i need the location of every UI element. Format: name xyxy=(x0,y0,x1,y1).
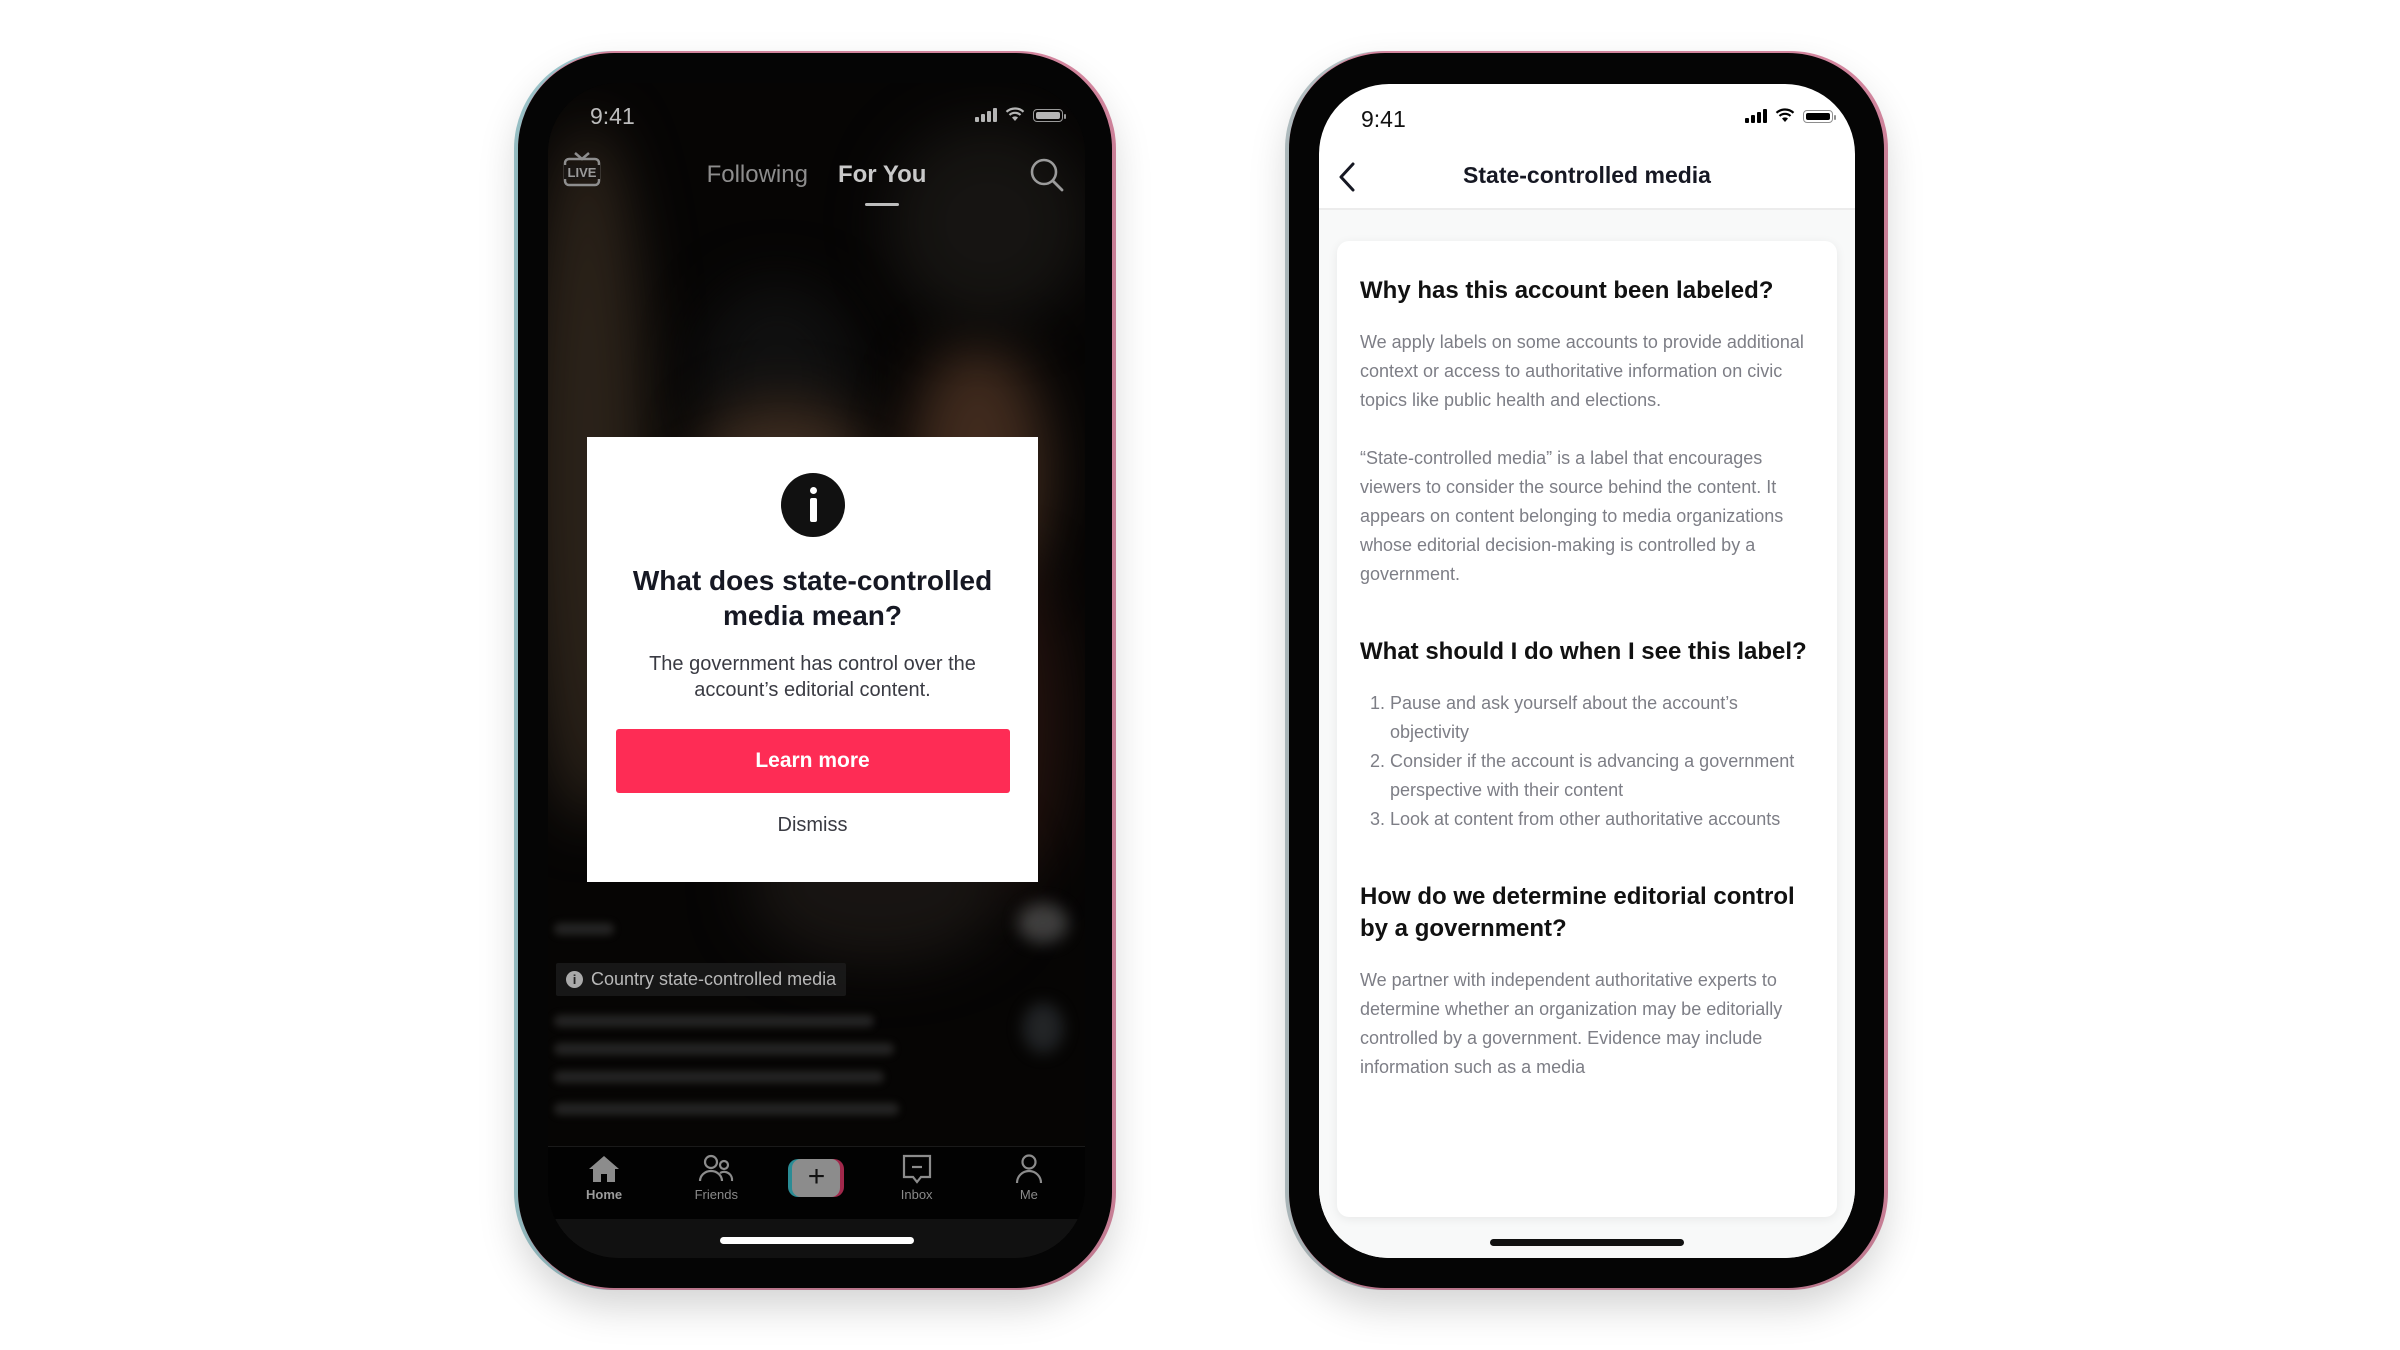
info-icon: i xyxy=(566,971,583,988)
page-header: 9:41 State-controlled media xyxy=(1319,84,1855,210)
blurred-username xyxy=(554,923,614,935)
home-icon xyxy=(589,1156,620,1182)
inbox-icon xyxy=(902,1154,931,1184)
status-time: 9:41 xyxy=(590,103,635,129)
status-time: 9:41 xyxy=(1361,106,1406,132)
list-item: Consider if the account is advancing a g… xyxy=(1390,747,1815,805)
state-media-label-badge[interactable]: i Country state-controlled media xyxy=(556,963,847,996)
blurred-caption-line xyxy=(554,1015,874,1027)
feed-tabs: Following For You xyxy=(548,161,1085,189)
blurred-caption-line xyxy=(554,1071,884,1083)
home-indicator[interactable] xyxy=(1490,1239,1684,1246)
battery-icon xyxy=(1033,109,1066,122)
battery-icon xyxy=(1803,110,1836,123)
home-indicator[interactable] xyxy=(719,1237,914,1244)
guidance-list: Pause and ask yourself about the account… xyxy=(1360,689,1815,834)
section-heading: What should I do when I see this label? xyxy=(1360,638,1807,665)
status-icons xyxy=(1745,108,1836,123)
tab-following[interactable]: Following xyxy=(707,161,808,189)
section-paragraph: We apply labels on some accounts to prov… xyxy=(1360,332,1804,410)
page-title: State-controlled media xyxy=(1463,162,1711,188)
nav-me-label: Me xyxy=(1019,1187,1038,1202)
signal-icon xyxy=(975,108,997,122)
signal-icon xyxy=(1745,109,1767,123)
wifi-icon xyxy=(1005,107,1025,121)
dialog-description: The government has control over the acco… xyxy=(649,653,976,701)
section-heading: How do we determine editorial control by… xyxy=(1360,883,1795,942)
dialog-title: What does state-controlled media mean? xyxy=(632,565,993,631)
friends-icon xyxy=(699,1154,734,1182)
info-card: Why has this account been labeled? We ap… xyxy=(1337,241,1837,1217)
bottom-navigation: Home Friends + Inbox Me xyxy=(548,1146,1085,1219)
nav-me[interactable]: Me xyxy=(989,1153,1069,1202)
state-media-info-dialog: What does state-controlled media mean? T… xyxy=(587,437,1038,882)
state-media-info-screen: 9:41 State-controlled media Why has this… xyxy=(1319,84,1855,1258)
wifi-icon xyxy=(1775,108,1795,122)
profile-icon xyxy=(1015,1154,1042,1184)
create-plus-icon: + xyxy=(792,1159,841,1197)
blurred-sound-line xyxy=(554,1103,899,1115)
section-paragraph: “State-controlled media” is a label that… xyxy=(1360,448,1784,584)
right-phone-frame: 9:41 State-controlled media Why has this… xyxy=(1289,53,1884,1288)
blurred-action-icons xyxy=(1018,903,1068,943)
for-you-feed-screen: 9:41 LIVE Following For You i Country st… xyxy=(548,83,1085,1258)
state-media-label-text: Country state-controlled media xyxy=(591,969,837,989)
nav-inbox-label: Inbox xyxy=(900,1187,933,1202)
nav-home-label: Home xyxy=(586,1187,623,1202)
status-icons xyxy=(975,107,1066,122)
blurred-music-disc xyxy=(1023,1003,1063,1053)
left-phone-frame: 9:41 LIVE Following For You i Country st… xyxy=(518,53,1112,1288)
info-icon xyxy=(780,473,845,537)
section-heading: Why has this account been labeled? xyxy=(1360,277,1774,304)
nav-friends-label: Friends xyxy=(694,1187,738,1202)
section-paragraph: We partner with independent authoritativ… xyxy=(1360,970,1783,1077)
list-item: Look at content from other authoritative… xyxy=(1390,805,1815,834)
nav-inbox[interactable]: Inbox xyxy=(877,1153,957,1202)
nav-friends[interactable]: Friends xyxy=(676,1153,756,1202)
list-item: Pause and ask yourself about the account… xyxy=(1390,689,1815,747)
home-indicator-area xyxy=(548,1219,1085,1258)
blurred-caption-line xyxy=(554,1043,894,1055)
create-button[interactable]: + xyxy=(788,1159,845,1197)
learn-more-button[interactable]: Learn more xyxy=(615,729,1010,793)
nav-home[interactable]: Home xyxy=(564,1153,644,1202)
tab-for-you[interactable]: For You xyxy=(838,161,926,189)
dismiss-button[interactable]: Dismiss xyxy=(772,813,854,838)
search-icon[interactable] xyxy=(1029,157,1065,193)
